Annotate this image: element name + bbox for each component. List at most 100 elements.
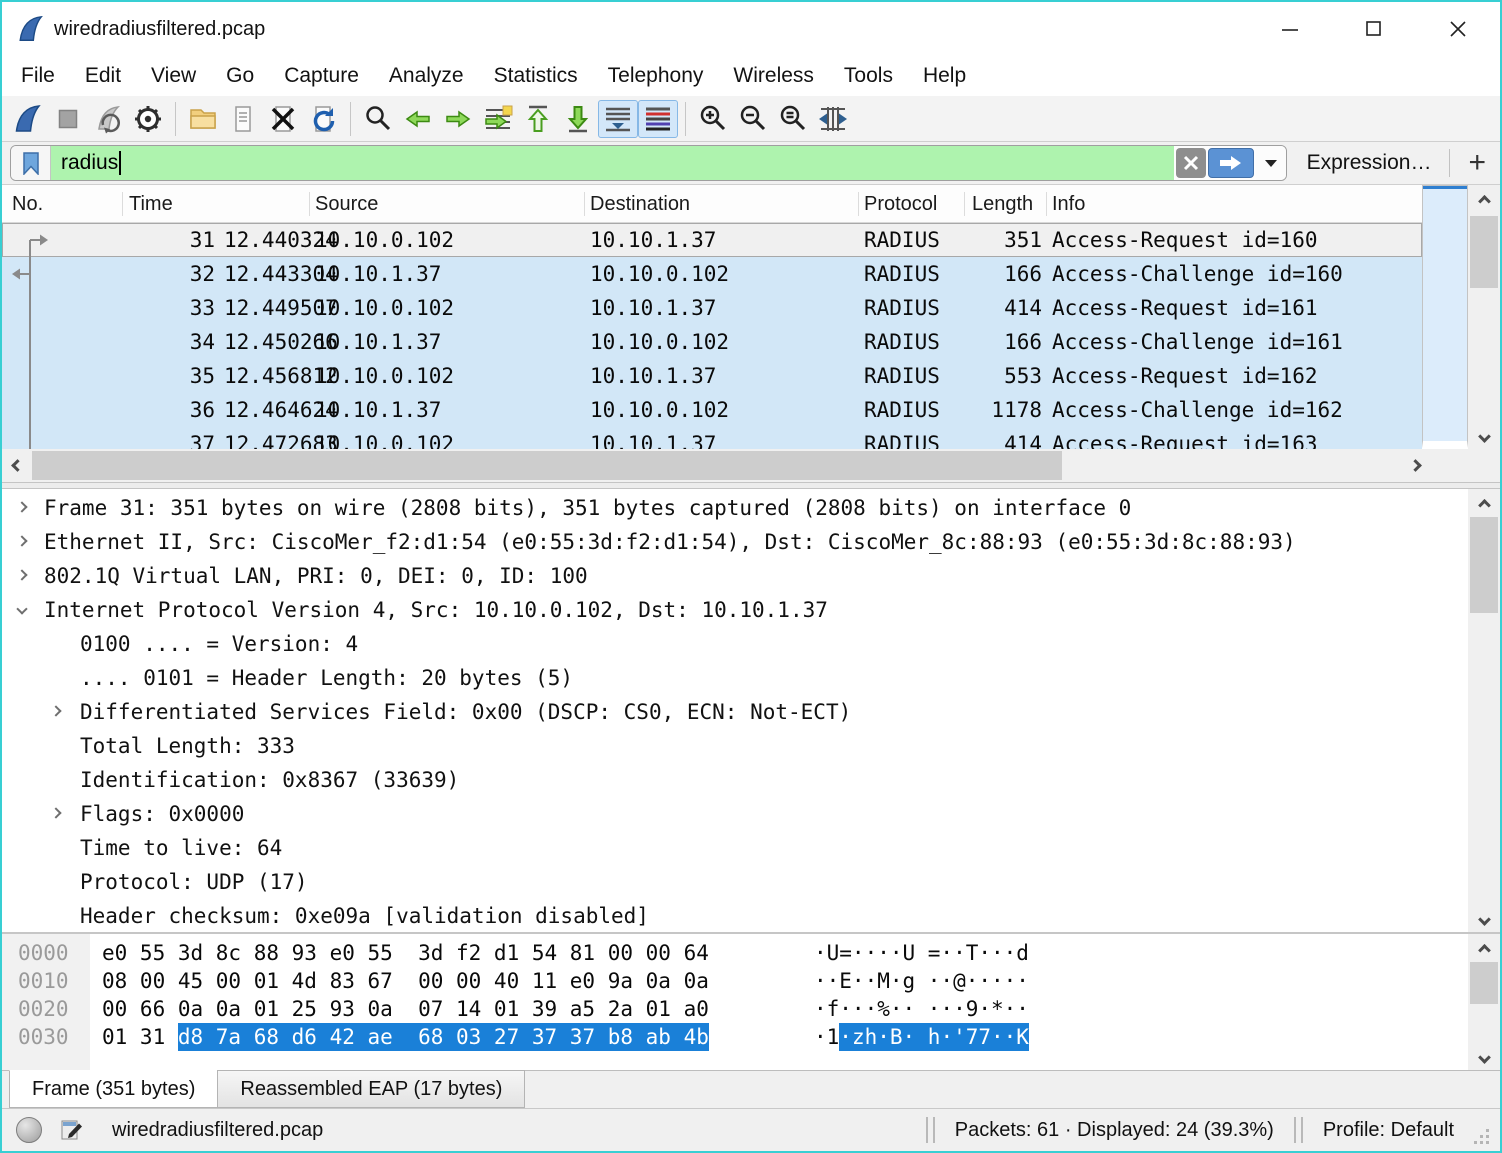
scroll-up-button[interactable] <box>1468 489 1500 515</box>
colorize-button[interactable] <box>638 100 678 138</box>
packet-row[interactable]: 3112.44032410.10.0.10210.10.1.37RADIUS35… <box>2 223 1422 257</box>
scroll-up-button[interactable] <box>1468 185 1500 211</box>
packet-row[interactable]: 3512.45681210.10.0.10210.10.1.37RADIUS55… <box>2 359 1422 393</box>
hex-bytes[interactable]: e0 55 3d 8c 88 93 e0 55 3d f2 d1 54 81 0… <box>102 939 709 967</box>
zoom-original-button[interactable] <box>773 100 813 138</box>
column-header-dst[interactable]: Destination <box>590 185 690 223</box>
auto-scroll-button[interactable] <box>598 100 638 138</box>
detail-line[interactable]: Ethernet II, Src: CiscoMer_f2:d1:54 (e0:… <box>2 525 1466 559</box>
hex-bytes[interactable]: 00 66 0a 0a 01 25 93 0a 07 14 01 39 a5 2… <box>102 995 709 1023</box>
close-button[interactable] <box>1436 9 1480 49</box>
expand-arrow-icon[interactable] <box>18 503 26 511</box>
filter-clear-button[interactable] <box>1176 148 1206 178</box>
menu-edit[interactable]: Edit <box>70 60 136 92</box>
packet-row[interactable]: 3212.44330410.10.1.3710.10.0.102RADIUS16… <box>2 257 1422 291</box>
scrollbar-thumb[interactable] <box>1470 962 1498 1004</box>
expand-arrow-icon[interactable] <box>18 571 26 579</box>
minimize-button[interactable] <box>1268 9 1312 49</box>
menu-go[interactable]: Go <box>211 60 269 92</box>
menu-analyze[interactable]: Analyze <box>374 60 479 92</box>
hex-row[interactable]: 002000 66 0a 0a 01 25 93 0a 07 14 01 39 … <box>2 995 1466 1023</box>
intelligent-scrollbar-minimap[interactable] <box>1422 185 1468 448</box>
detail-line[interactable]: Frame 31: 351 bytes on wire (2808 bits),… <box>2 491 1466 525</box>
column-header-len[interactable]: Length <box>972 185 1033 223</box>
capture-options-button[interactable] <box>128 100 168 138</box>
column-header-no[interactable]: No. <box>12 185 43 223</box>
column-separator[interactable] <box>858 192 859 216</box>
column-separator[interactable] <box>964 192 965 216</box>
go-to-bottom-button[interactable] <box>558 100 598 138</box>
capture-comment-button[interactable] <box>60 1117 86 1143</box>
detail-line[interactable]: 0100 .... = Version: 4 <box>2 627 1466 661</box>
scroll-down-button[interactable] <box>1468 1044 1500 1070</box>
tab-reassembled-eap-17-bytes[interactable]: Reassembled EAP (17 bytes) <box>217 1070 525 1108</box>
menu-view[interactable]: View <box>136 60 211 92</box>
zoom-in-button[interactable] <box>693 100 733 138</box>
tab-frame-351-bytes[interactable]: Frame (351 bytes) <box>9 1070 218 1108</box>
ascii-bytes[interactable]: ·f···%·· ···9·*·· <box>814 995 1029 1023</box>
packet-row[interactable]: 3412.45026610.10.1.3710.10.0.102RADIUS16… <box>2 325 1422 359</box>
ascii-bytes[interactable]: ·U=····U =··T···d <box>814 939 1029 967</box>
filter-bookmark-button[interactable] <box>11 146 51 180</box>
go-to-packet-button[interactable] <box>478 100 518 138</box>
menu-capture[interactable]: Capture <box>269 60 374 92</box>
stop-capture-button[interactable] <box>48 100 88 138</box>
column-separator[interactable] <box>584 192 585 216</box>
hex-row[interactable]: 003001 31 d8 7a 68 d6 42 ae 68 03 27 37 … <box>2 1023 1466 1051</box>
column-header-time[interactable]: Time <box>129 185 173 223</box>
restart-capture-button[interactable] <box>88 100 128 138</box>
filter-apply-button[interactable] <box>1208 148 1254 178</box>
detail-line[interactable]: Header checksum: 0xe09a [validation disa… <box>2 899 1466 932</box>
column-separator[interactable] <box>122 192 123 216</box>
status-profile[interactable]: Profile: Default <box>1323 1119 1454 1142</box>
packet-row[interactable]: 3612.46462410.10.1.3710.10.0.102RADIUS11… <box>2 393 1422 427</box>
collapse-arrow-icon[interactable] <box>18 605 26 613</box>
go-back-button[interactable] <box>398 100 438 138</box>
scroll-right-button[interactable] <box>1400 449 1430 482</box>
scroll-down-button[interactable] <box>1468 423 1500 449</box>
start-capture-button[interactable] <box>8 100 48 138</box>
menu-file[interactable]: File <box>6 60 70 92</box>
detail-line[interactable]: Protocol: UDP (17) <box>2 865 1466 899</box>
zoom-out-button[interactable] <box>733 100 773 138</box>
pane-splitter[interactable] <box>2 482 1500 489</box>
expert-info-button[interactable] <box>16 1117 42 1143</box>
hex-row[interactable]: 0000e0 55 3d 8c 88 93 e0 55 3d f2 d1 54 … <box>2 939 1466 967</box>
save-file-button[interactable] <box>223 100 263 138</box>
packet-row[interactable]: 3312.44950710.10.0.10210.10.1.37RADIUS41… <box>2 291 1422 325</box>
expression-button[interactable]: Expression… <box>1307 151 1432 175</box>
hex-row[interactable]: 001008 00 45 00 01 4d 83 67 00 00 40 11 … <box>2 967 1466 995</box>
expand-arrow-icon[interactable] <box>52 809 60 817</box>
column-header-proto[interactable]: Protocol <box>864 185 937 223</box>
scrollbar-thumb[interactable] <box>32 451 1062 480</box>
column-separator[interactable] <box>309 192 310 216</box>
packet-row[interactable]: 3712.47268310.10.0.10210.10.1.37RADIUS41… <box>2 427 1422 449</box>
expand-arrow-icon[interactable] <box>52 707 60 715</box>
scroll-left-button[interactable] <box>2 449 32 482</box>
detail-line[interactable]: Internet Protocol Version 4, Src: 10.10.… <box>2 593 1466 627</box>
detail-line[interactable]: .... 0101 = Header Length: 20 bytes (5) <box>2 661 1466 695</box>
add-filter-button[interactable]: + <box>1468 148 1486 178</box>
column-separator[interactable] <box>1046 192 1047 216</box>
detail-line[interactable]: 802.1Q Virtual LAN, PRI: 0, DEI: 0, ID: … <box>2 559 1466 593</box>
menu-telephony[interactable]: Telephony <box>593 60 719 92</box>
detail-line[interactable]: Total Length: 333 <box>2 729 1466 763</box>
expand-arrow-icon[interactable] <box>18 537 26 545</box>
reload-file-button[interactable] <box>303 100 343 138</box>
filter-text-area[interactable]: radius <box>51 146 1174 180</box>
find-packet-button[interactable] <box>358 100 398 138</box>
resize-columns-button[interactable] <box>813 100 853 138</box>
scrollbar-thumb[interactable] <box>1470 517 1498 613</box>
ascii-bytes[interactable]: ·1·zh·B· h·'77··K <box>814 1023 839 1051</box>
resize-grip[interactable] <box>1474 1115 1494 1145</box>
filter-dropdown-button[interactable] <box>1256 146 1286 180</box>
maximize-button[interactable] <box>1352 9 1396 49</box>
detail-line[interactable]: Differentiated Services Field: 0x00 (DSC… <box>2 695 1466 729</box>
go-to-top-button[interactable] <box>518 100 558 138</box>
hex-bytes[interactable]: 01 31 d8 7a 68 d6 42 ae 68 03 27 37 37 b… <box>102 1023 178 1051</box>
detail-line[interactable]: Time to live: 64 <box>2 831 1466 865</box>
close-file-button[interactable] <box>263 100 303 138</box>
menu-help[interactable]: Help <box>908 60 981 92</box>
menu-tools[interactable]: Tools <box>829 60 908 92</box>
ascii-bytes[interactable]: ··E··M·g ··@····· <box>814 967 1029 995</box>
